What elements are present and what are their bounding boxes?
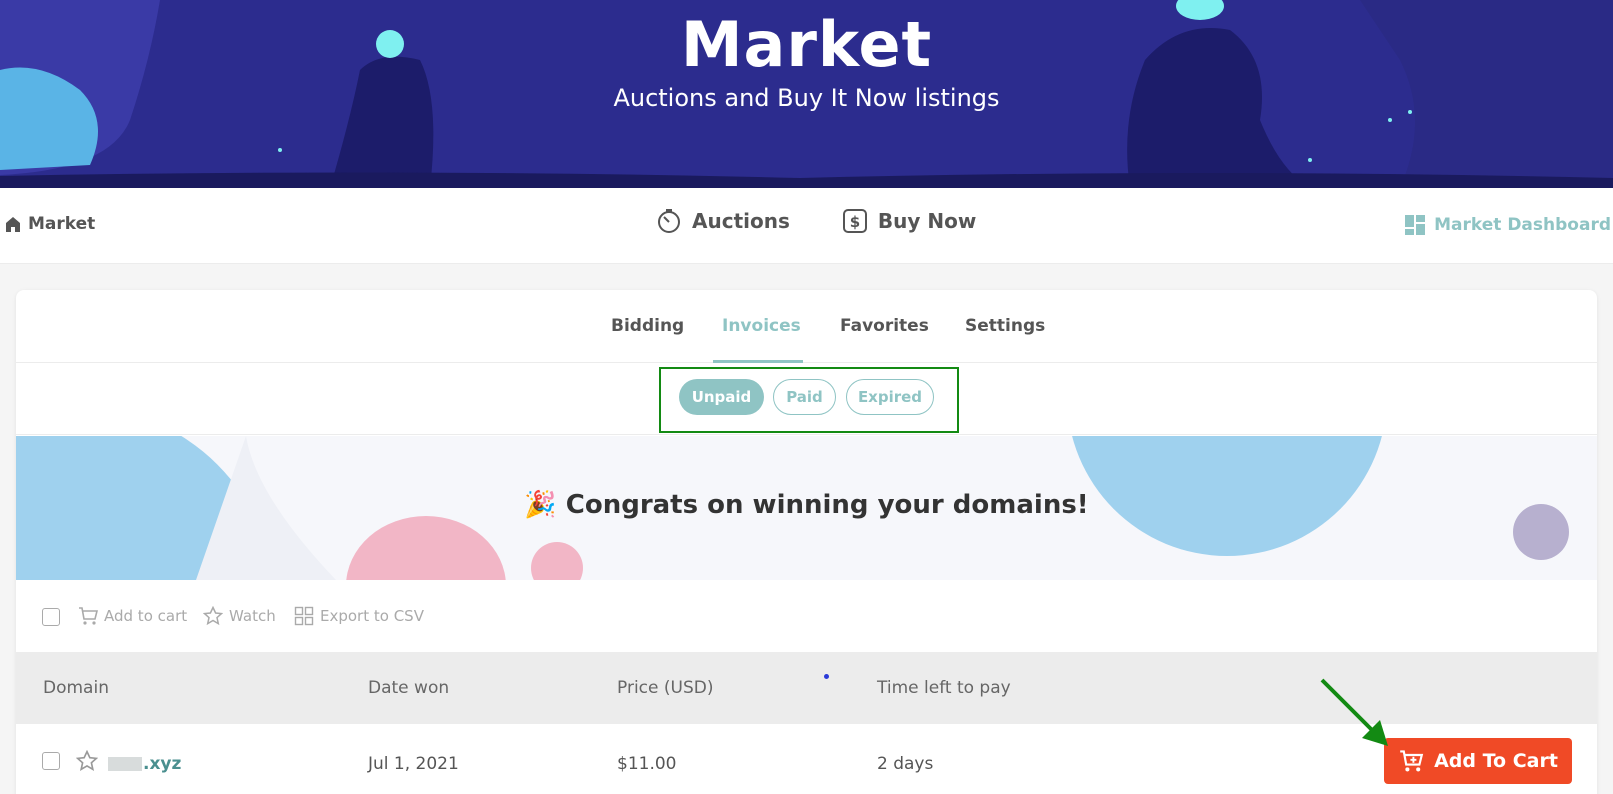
price-cell: $11.00 [617, 754, 677, 774]
stopwatch-icon [658, 209, 680, 233]
nav-home-label: Market [28, 214, 96, 234]
nav-dashboard-label: Market Dashboard [1434, 215, 1611, 235]
bulk-actions-toolbar: Add to cart Watch Export to CSV [16, 580, 1597, 652]
column-header-domain[interactable]: Domain [43, 678, 109, 698]
market-navbar: Market Auctions $ Buy Now Market Dashboa… [0, 188, 1613, 264]
tab-settings[interactable]: Settings [965, 316, 1045, 336]
bulk-add-to-cart-label: Add to cart [104, 607, 188, 625]
congrats-text: Congrats on winning your domains! [565, 490, 1089, 520]
filter-unpaid-pill[interactable]: Unpaid [679, 379, 764, 415]
nav-buy-now-label: Buy Now [877, 209, 977, 233]
bulk-watch-button[interactable]: Watch [203, 606, 276, 626]
dollar-tag-icon: $ [842, 209, 867, 233]
svg-text:$: $ [850, 213, 860, 231]
filter-expired-pill[interactable]: Expired [846, 379, 934, 415]
annotation-arrow-icon [1320, 678, 1388, 746]
tab-invoices[interactable]: Invoices [722, 316, 801, 336]
filter-paid-pill[interactable]: Paid [773, 379, 836, 415]
redacted-domain-name [108, 757, 142, 771]
time-left-cell: 2 days [877, 754, 934, 774]
nav-auctions-label: Auctions [692, 209, 790, 233]
export-csv-label: Export to CSV [320, 607, 424, 625]
nav-main-links: Auctions $ Buy Now [656, 208, 976, 234]
bulk-watch-label: Watch [229, 607, 276, 625]
cart-icon [79, 607, 98, 625]
congrats-message: 🎉 Congrats on winning your domains! [16, 490, 1597, 520]
nav-buy-now-link[interactable]: $ Buy Now [842, 208, 976, 234]
page-title: Market [680, 8, 933, 81]
cursor-dot [824, 674, 829, 679]
grid-icon [294, 606, 314, 626]
nav-dashboard-link[interactable]: Market Dashboard [1404, 214, 1611, 236]
page-subtitle: Auctions and Buy It Now listings [613, 84, 1000, 112]
add-to-cart-button[interactable]: Add To Cart [1384, 738, 1572, 784]
status-filter-bar: Unpaid Paid Expired [16, 363, 1597, 435]
export-csv-button[interactable]: Export to CSV [294, 606, 424, 626]
star-icon [203, 606, 223, 626]
domain-link[interactable]: .xyz [108, 754, 181, 774]
domain-tld: .xyz [143, 754, 182, 774]
date-won-cell: Jul 1, 2021 [368, 754, 459, 774]
hero-banner: Market Auctions and Buy It Now listings [0, 0, 1613, 188]
bulk-add-to-cart-button[interactable]: Add to cart [78, 606, 187, 626]
add-to-cart-label: Add To Cart [1434, 750, 1558, 772]
congrats-banner: 🎉 Congrats on winning your domains! [16, 436, 1597, 580]
select-all-checkbox[interactable] [42, 608, 60, 626]
watch-star-icon[interactable] [76, 750, 98, 772]
tab-favorites[interactable]: Favorites [840, 316, 929, 336]
cart-icon [1400, 750, 1424, 772]
row-select-checkbox[interactable] [42, 752, 60, 770]
column-header-time-left[interactable]: Time left to pay [877, 678, 1011, 698]
party-popper-icon: 🎉 [524, 490, 557, 520]
nav-auctions-link[interactable]: Auctions [656, 208, 790, 234]
dashboard-icon [1405, 215, 1426, 235]
tab-bar: Bidding Invoices Favorites Settings [16, 290, 1597, 363]
home-icon [6, 217, 20, 232]
column-header-date-won[interactable]: Date won [368, 678, 449, 698]
column-header-price[interactable]: Price (USD) [617, 678, 713, 698]
tab-bidding[interactable]: Bidding [611, 316, 684, 336]
nav-home-link[interactable]: Market [4, 214, 95, 234]
